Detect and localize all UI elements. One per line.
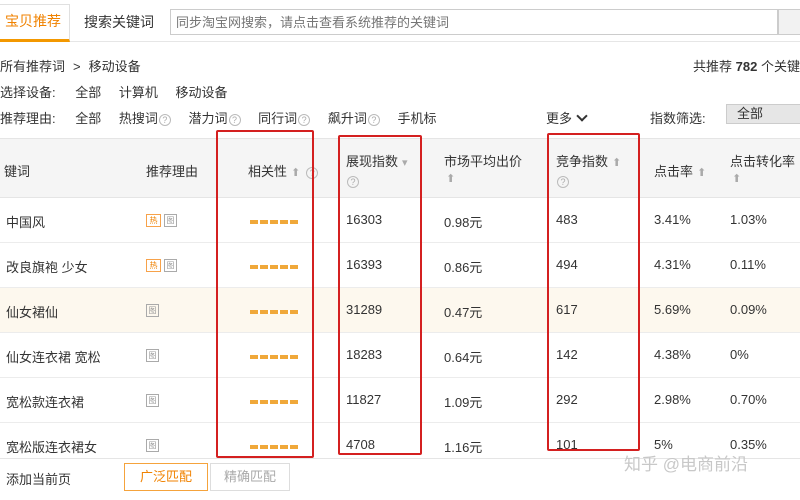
reason-option-peer[interactable]: 同行词?	[258, 108, 311, 127]
breadcrumb-current: 移动设备	[88, 59, 141, 74]
total-recommend-count: 共推荐 782 个关键	[693, 56, 800, 75]
device-option-computer[interactable]: 计算机	[119, 82, 158, 101]
chart-tag-icon[interactable]: 图	[164, 259, 177, 273]
reason-filter-label: 推荐理由:	[0, 111, 56, 126]
search-keyword-label: 搜索关键词	[84, 14, 154, 30]
reason-option-all[interactable]: 全部	[75, 108, 101, 127]
highlight-box-relevance	[216, 130, 314, 458]
reason-option-rising-label: 飙升词	[327, 111, 367, 126]
cvr-cell: 0.70%	[730, 392, 767, 407]
chart-tag-icon[interactable]: 图	[146, 349, 159, 363]
keyword-cell[interactable]: 仙女裙仙	[6, 302, 58, 321]
chevron-down-icon	[576, 110, 588, 122]
broad-match-button[interactable]: 广泛匹配	[124, 463, 208, 491]
reason-option-rising[interactable]: 飙升词?	[328, 108, 380, 127]
breadcrumb-separator: >	[73, 59, 81, 74]
add-current-page-button[interactable]: 添加当前页	[6, 469, 71, 488]
avg-bid-cell: 0.86元	[444, 260, 483, 275]
reason-option-hot-label: 热搜词	[118, 111, 158, 126]
avg-bid-cell: 1.16元	[444, 440, 483, 455]
keyword-cell[interactable]: 宽松版连衣裙女	[6, 437, 97, 456]
tab-item-recommend[interactable]: 宝贝推荐	[0, 4, 70, 42]
watermark: 知乎 @电商前沿	[624, 455, 748, 474]
header-avg-bid[interactable]: 市场平均出价 ⬆	[444, 151, 522, 185]
help-icon[interactable]: ?	[298, 113, 311, 126]
header-ctr[interactable]: 点击率 ⬆	[654, 161, 706, 180]
header-keyword: 键词	[4, 164, 31, 179]
reason-option-hot[interactable]: 热搜词?	[119, 108, 171, 127]
total-count: 782	[735, 59, 758, 74]
search-button[interactable]	[778, 9, 800, 35]
chart-tag-icon[interactable]: 图	[164, 214, 177, 228]
help-icon[interactable]: ?	[228, 113, 241, 126]
avg-bid-cell: 0.64元	[444, 350, 483, 365]
reason-cell: 图	[146, 302, 159, 318]
ctr-cell: 5.69%	[654, 302, 691, 317]
device-option-mobile[interactable]: 移动设备	[176, 82, 228, 101]
more-filters-label: 更多	[546, 111, 573, 126]
header-reason: 推荐理由	[146, 164, 199, 179]
breadcrumb: 所有推荐词 > 移动设备	[0, 56, 149, 75]
reason-option-potential[interactable]: 潜力词?	[189, 108, 241, 127]
keyword-cell[interactable]: 仙女连衣裙 宽松	[6, 347, 101, 366]
reason-option-potential-label: 潜力词	[188, 111, 228, 126]
avg-bid-cell: 0.47元	[444, 305, 483, 320]
ctr-cell: 2.98%	[654, 392, 691, 407]
help-icon[interactable]: ?	[158, 113, 171, 126]
cvr-cell: 0%	[730, 347, 749, 362]
sort-arrow-icon[interactable]: ⬆	[732, 172, 741, 185]
reason-option-peer-label: 同行词	[258, 111, 298, 126]
header-cvr-label: 点击转化率	[730, 154, 796, 169]
sort-arrow-icon[interactable]: ⬆	[446, 172, 455, 185]
index-filter-label: 指数筛选:	[650, 111, 706, 126]
avg-bid-cell: 0.98元	[444, 215, 483, 230]
search-input[interactable]	[170, 9, 778, 35]
tab-item-recommend-label: 宝贝推荐	[5, 13, 61, 29]
breadcrumb-root[interactable]: 所有推荐词	[0, 59, 65, 74]
more-filters-button[interactable]: 更多	[546, 108, 588, 127]
header-cvr[interactable]: 点击转化率 ⬆	[730, 151, 795, 185]
reason-cell: 热图	[146, 257, 177, 273]
keyword-cell[interactable]: 改良旗袍 少女	[6, 257, 88, 276]
keyword-cell[interactable]: 中国风	[6, 212, 45, 231]
total-suffix: 个关键	[760, 59, 800, 74]
reason-cell: 图	[146, 437, 159, 453]
chart-tag-icon[interactable]: 图	[146, 304, 159, 318]
device-option-all[interactable]: 全部	[75, 82, 101, 101]
reason-cell: 图	[146, 392, 159, 408]
ctr-cell: 4.31%	[654, 257, 691, 272]
exact-match-button[interactable]: 精确匹配	[210, 463, 290, 491]
index-filter-select[interactable]: 全部	[726, 104, 800, 124]
cvr-cell: 1.03%	[730, 212, 767, 227]
avg-bid-cell: 1.09元	[444, 395, 483, 410]
help-icon[interactable]: ?	[367, 113, 380, 126]
chart-tag-icon[interactable]: 图	[146, 439, 159, 453]
top-tab-bar: 宝贝推荐 搜索关键词	[0, 0, 800, 42]
index-filter-selected: 全部	[737, 106, 764, 121]
cvr-cell: 0.09%	[730, 302, 767, 317]
device-filter: 选择设备: 全部 计算机 移动设备	[0, 82, 242, 102]
header-avg-bid-label: 市场平均出价	[444, 154, 523, 169]
device-filter-label: 选择设备:	[0, 85, 56, 100]
reason-cell: 热图	[146, 212, 177, 228]
reason-filter: 推荐理由: 全部 热搜词? 潜力词? 同行词? 飙升词? 手机标	[0, 108, 450, 128]
ctr-cell: 4.38%	[654, 347, 691, 362]
header-ctr-label: 点击率	[654, 164, 694, 179]
chart-tag-icon[interactable]: 图	[146, 394, 159, 408]
cvr-cell: 0.11%	[730, 257, 766, 272]
hot-tag-icon: 热	[146, 259, 161, 273]
reason-cell: 图	[146, 347, 159, 363]
reason-option-mobile[interactable]: 手机标	[397, 108, 436, 127]
ctr-cell: 3.41%	[654, 212, 691, 227]
keyword-cell[interactable]: 宽松款连衣裙	[6, 392, 84, 411]
hot-tag-icon: 热	[146, 214, 161, 228]
highlight-box-impressions	[338, 135, 422, 455]
highlight-box-competition	[547, 133, 640, 451]
sort-arrow-icon[interactable]: ⬆	[697, 166, 706, 179]
total-prefix: 共推荐	[693, 59, 733, 74]
